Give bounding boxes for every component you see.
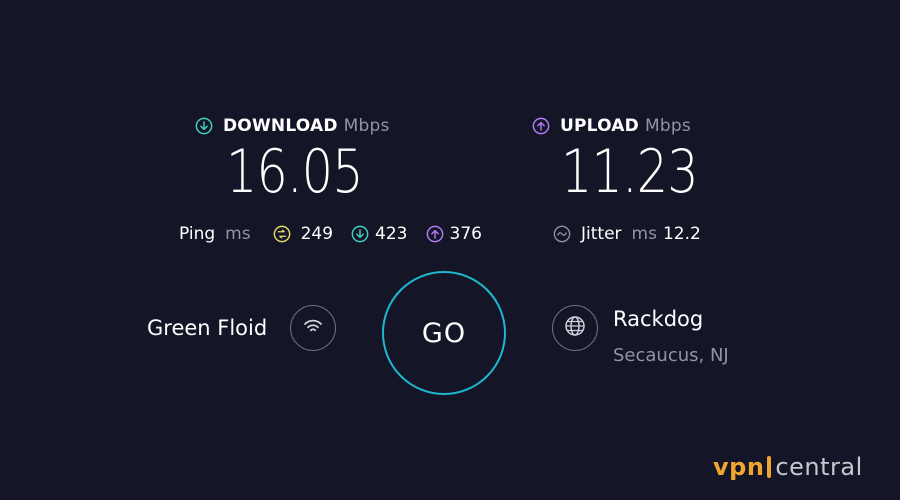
go-label: GO (421, 317, 467, 349)
jitter-value: 12.2 (662, 224, 701, 244)
ping-download-value: 423 (375, 224, 408, 244)
upload-header: UPLOAD Mbps (532, 116, 691, 136)
wifi-icon (302, 316, 324, 340)
ping-upload-icon (426, 225, 444, 243)
jitter-row: Jitter ms 12.2 (553, 224, 701, 244)
download-unit: Mbps (343, 116, 390, 136)
download-header: DOWNLOAD Mbps (195, 116, 390, 136)
ping-upload-value: 376 (449, 224, 482, 244)
arrow-up-circle-icon (532, 117, 550, 135)
go-button[interactable]: GO (382, 271, 506, 395)
download-value: 16.05 (226, 137, 364, 207)
upload-unit: Mbps (644, 116, 691, 136)
isp-name: Green Floid (147, 316, 268, 340)
upload-value: 11.23 (561, 137, 699, 207)
ping-label: Ping (179, 224, 216, 244)
globe-icon (563, 314, 587, 342)
logo-mic-icon (767, 456, 772, 478)
upload-label: UPLOAD (560, 116, 639, 136)
ping-unit: ms (225, 224, 251, 244)
arrow-down-circle-icon (195, 117, 213, 135)
server-name: Rackdog (613, 307, 704, 331)
jitter-unit: ms (631, 224, 657, 244)
jitter-icon (553, 225, 571, 243)
ping-download-icon (351, 225, 369, 243)
ping-idle-value: 249 (300, 224, 334, 244)
vpncentral-logo: vpn central (713, 453, 863, 481)
logo-vpn-text: vpn (713, 453, 765, 481)
server-location[interactable]: Secaucus, NJ (613, 345, 729, 366)
server-globe-button[interactable] (552, 305, 598, 351)
isp-wifi-button[interactable] (290, 305, 336, 351)
ping-row: Ping ms 249 423 376 (179, 224, 482, 244)
jitter-label: Jitter (581, 224, 622, 244)
logo-central-text: central (775, 453, 863, 481)
download-label: DOWNLOAD (223, 116, 338, 136)
ping-idle-icon (273, 225, 291, 243)
